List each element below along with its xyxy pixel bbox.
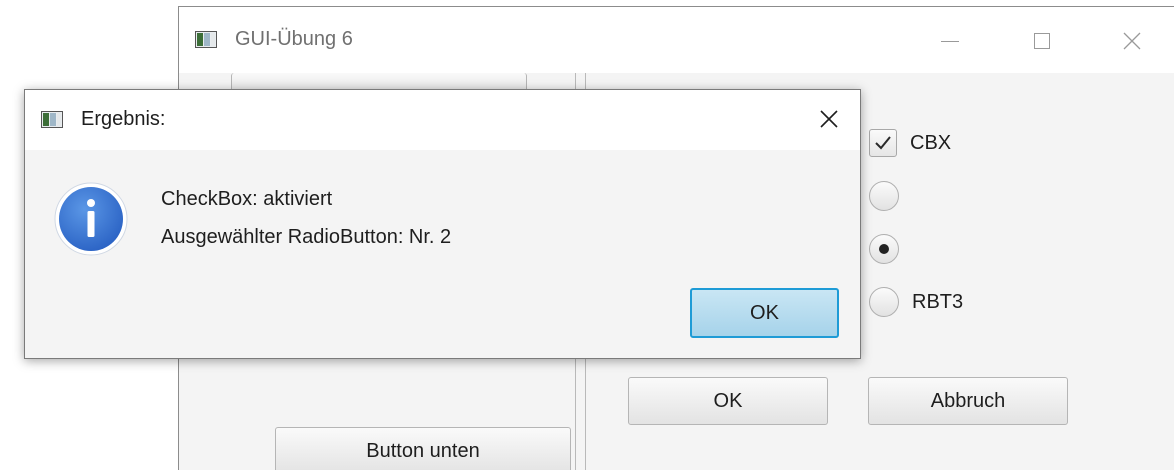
close-button[interactable] (1109, 21, 1155, 61)
message-line: Ausgewählter RadioButton: Nr. 2 (161, 226, 452, 248)
app-icon (195, 31, 217, 48)
maximize-button[interactable] (1019, 21, 1065, 61)
window-title: GUI-Übung 6 (235, 28, 353, 50)
button-unten[interactable]: Button unten (275, 427, 571, 470)
minimize-icon (941, 40, 959, 42)
radio-circle[interactable] (869, 181, 899, 211)
checkbox-label: CBX (910, 131, 952, 154)
message-line: CheckBox: aktiviert (161, 188, 333, 210)
checkmark-icon (875, 136, 891, 150)
close-icon (1123, 32, 1141, 50)
result-dialog: Ergebnis: CheckBox: aktiviert Ausgewählt… (24, 89, 861, 359)
radio-circle[interactable] (869, 287, 899, 317)
radio-selected-dot (879, 244, 889, 254)
minimize-button[interactable] (927, 21, 973, 61)
cancel-button[interactable]: Abbruch (868, 377, 1068, 425)
checkbox-cbx[interactable]: CBX (869, 129, 951, 157)
radio-button-3[interactable]: RBT3 (869, 287, 963, 317)
dialog-title: Ergebnis: (81, 108, 166, 130)
dialog-ok-button[interactable]: OK (690, 288, 839, 338)
close-icon (820, 110, 838, 128)
radio-button-1[interactable] (869, 181, 912, 211)
radio-label: RBT3 (912, 290, 964, 313)
ok-button[interactable]: OK (628, 377, 828, 425)
info-icon (54, 182, 128, 256)
checkbox-box[interactable] (869, 129, 897, 157)
dialog-close-button[interactable] (812, 102, 846, 136)
maximize-icon (1034, 33, 1050, 49)
app-icon (41, 111, 63, 128)
main-titlebar[interactable]: GUI-Übung 6 (179, 7, 1174, 73)
radio-circle[interactable] (869, 234, 899, 264)
radio-button-2[interactable] (869, 234, 912, 264)
dialog-titlebar[interactable]: Ergebnis: (25, 90, 860, 150)
